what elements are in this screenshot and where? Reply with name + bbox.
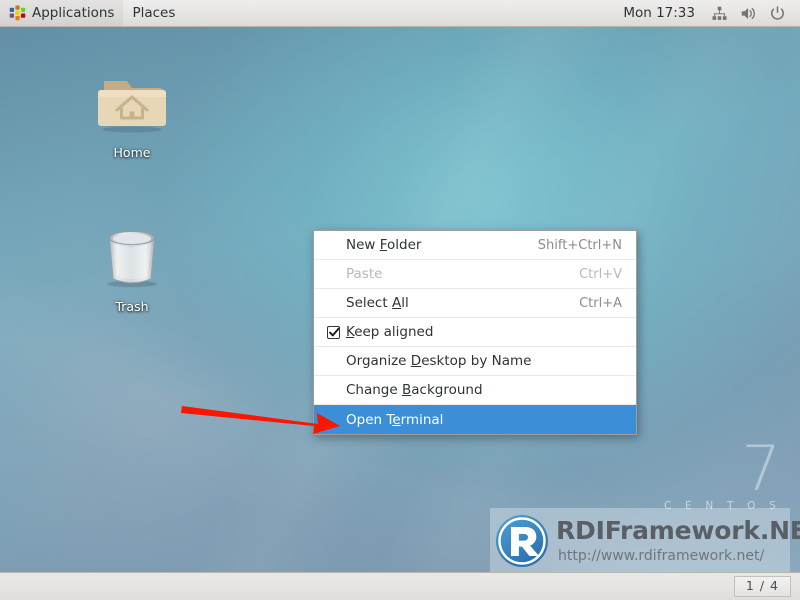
menu-item-change-background[interactable]: Change Background bbox=[314, 376, 636, 405]
menu-item-organize-desktop-by-name[interactable]: Organize Desktop by Name bbox=[314, 347, 636, 376]
desktop-icon-home[interactable]: Home bbox=[80, 62, 184, 160]
menu-item-organize-desktop-by-name-label: Organize Desktop by Name bbox=[346, 353, 532, 369]
keep-aligned-checkbox[interactable] bbox=[327, 325, 346, 339]
volume-icon-svg bbox=[741, 7, 755, 19]
places-menu-label: Places bbox=[132, 5, 176, 21]
menu-item-keep-aligned-label: Keep aligned bbox=[346, 324, 434, 340]
places-menu-button[interactable]: Places bbox=[123, 0, 184, 26]
home-folder-icon bbox=[80, 62, 184, 140]
desktop-icon-trash-label: Trash bbox=[115, 299, 149, 314]
menu-item-select-all-accel: Ctrl+A bbox=[579, 295, 622, 311]
menu-item-keep-aligned[interactable]: Keep aligned bbox=[314, 318, 636, 347]
network-icon-svg bbox=[712, 6, 727, 20]
menu-item-new-folder-accel: Shift+Ctrl+N bbox=[537, 237, 622, 253]
power-icon-svg bbox=[771, 5, 784, 20]
menu-item-paste[interactable]: Paste Ctrl+V bbox=[314, 260, 636, 289]
panel-left-group: Applications Places bbox=[0, 0, 184, 26]
menu-item-open-terminal[interactable]: Open Terminal bbox=[314, 405, 636, 434]
menu-item-new-folder[interactable]: New Folder Shift+Ctrl+N bbox=[314, 231, 636, 260]
network-icon[interactable] bbox=[705, 5, 734, 22]
checkmark-icon bbox=[329, 327, 340, 336]
power-icon[interactable] bbox=[763, 5, 792, 22]
desktop-screen: 7 C E N T O S Applications Places Mon 17… bbox=[0, 0, 800, 600]
trash-can-icon bbox=[80, 216, 184, 294]
bottom-panel: 1 / 4 bbox=[0, 572, 800, 600]
applications-menu-label: Applications bbox=[32, 5, 115, 21]
menu-item-change-background-label: Change Background bbox=[346, 382, 483, 398]
trash-can-icon-svg bbox=[107, 231, 157, 288]
home-folder-icon-svg bbox=[98, 81, 166, 133]
workspace-switcher[interactable]: 1 / 4 bbox=[733, 576, 791, 597]
menu-item-select-all-label: Select All bbox=[346, 295, 409, 311]
top-panel: Applications Places Mon 17:33 bbox=[0, 0, 800, 27]
checkbox-checked-icon bbox=[327, 325, 340, 339]
menu-item-paste-accel: Ctrl+V bbox=[579, 266, 622, 282]
clock-button[interactable]: Mon 17:33 bbox=[613, 5, 705, 21]
menu-item-open-terminal-label: Open Terminal bbox=[346, 411, 444, 428]
menu-item-new-folder-label: New Folder bbox=[346, 237, 422, 253]
menu-item-select-all[interactable]: Select All Ctrl+A bbox=[314, 289, 636, 318]
applications-menu-button[interactable]: Applications bbox=[0, 0, 124, 26]
gnome-applications-icon bbox=[9, 5, 26, 22]
gnome-applications-icon-svg bbox=[9, 5, 26, 20]
desktop-context-menu: New Folder Shift+Ctrl+N Paste Ctrl+V Sel… bbox=[313, 230, 637, 435]
panel-right-group: Mon 17:33 bbox=[613, 0, 800, 26]
desktop-icon-trash[interactable]: Trash bbox=[80, 216, 184, 314]
volume-icon[interactable] bbox=[734, 5, 763, 22]
desktop-icon-home-label: Home bbox=[113, 145, 151, 160]
menu-item-paste-label: Paste bbox=[346, 266, 383, 282]
